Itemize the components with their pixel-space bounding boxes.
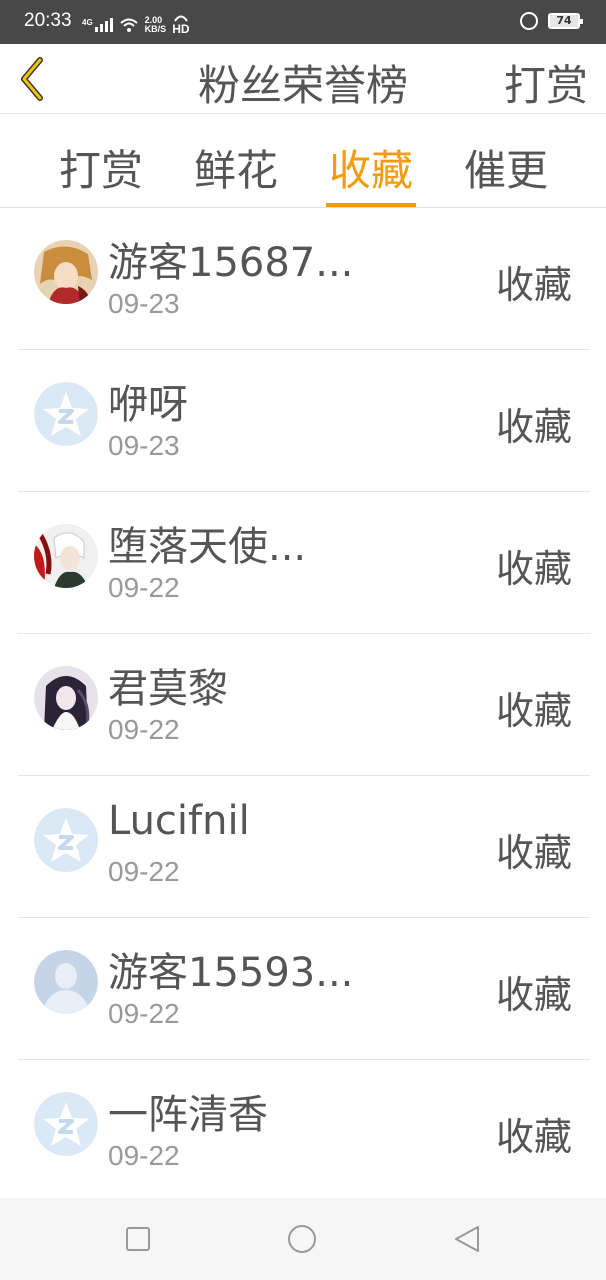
tab-reward[interactable]: 打赏 [56, 137, 146, 207]
tab-urge-update[interactable]: 催更 [461, 137, 551, 207]
tab-bar: 打赏 鲜花 收藏 催更 [0, 115, 606, 208]
user-name: 君莫黎 [108, 666, 228, 712]
item-type: 收藏 [495, 689, 572, 733]
list-item[interactable]: 堕落天使... 09-22 收藏 [18, 492, 590, 634]
avatar [34, 524, 98, 588]
user-name: 一阵清香 [108, 1092, 268, 1138]
user-name: 游客15593... [108, 950, 354, 996]
item-type: 收藏 [495, 1115, 572, 1159]
avatar [34, 382, 98, 446]
item-date: 09-22 [108, 1140, 180, 1171]
fan-list: 游客15687... 09-23 收藏 咿呀 09-23 收藏 堕落天使... … [18, 208, 590, 1202]
system-nav-bar [0, 1198, 606, 1280]
item-date: 09-22 [108, 714, 180, 745]
item-type: 收藏 [495, 263, 572, 307]
network-speed: 2.00 KB/S [144, 15, 167, 34]
user-name: Lucifnil [108, 798, 250, 844]
user-name: 咿呀 [108, 382, 188, 428]
avatar [34, 950, 98, 1014]
list-item[interactable]: 游客15593... 09-22 收藏 [18, 918, 590, 1060]
item-type: 收藏 [495, 973, 572, 1017]
list-item[interactable]: 一阵清香 09-22 收藏 [18, 1060, 590, 1202]
home-icon[interactable] [287, 1224, 317, 1254]
battery-icon: 74 [548, 13, 583, 29]
avatar [34, 666, 98, 730]
item-type: 收藏 [495, 547, 572, 591]
item-date: 09-23 [108, 430, 180, 461]
list-item[interactable]: 游客15687... 09-23 收藏 [18, 208, 590, 350]
item-date: 09-22 [108, 998, 180, 1029]
signal-icon: 4G [82, 18, 113, 32]
item-type: 收藏 [495, 831, 572, 875]
avatar [34, 1092, 98, 1156]
status-icons: 4G 2.00 KB/S HD [82, 14, 190, 37]
list-item[interactable]: Lucifnil 09-22 收藏 [18, 776, 590, 918]
network-type: 4G [82, 18, 93, 27]
status-right: 74 [520, 12, 583, 30]
user-name: 游客15687... [108, 240, 354, 286]
tab-favorites[interactable]: 收藏 [326, 137, 416, 207]
user-name: 堕落天使... [108, 524, 307, 570]
item-date: 09-22 [108, 572, 180, 603]
data-saver-icon [520, 12, 538, 30]
list-item[interactable]: 君莫黎 09-22 收藏 [18, 634, 590, 776]
item-date: 09-22 [108, 856, 180, 887]
list-item[interactable]: 咿呀 09-23 收藏 [18, 350, 590, 492]
header-bar: 粉丝荣誉榜 打赏 [0, 44, 606, 114]
status-time: 20:33 [24, 10, 72, 31]
tab-flowers[interactable]: 鲜花 [191, 137, 281, 207]
status-bar: 20:33 4G 2.00 KB/S HD 74 [0, 0, 606, 44]
wifi-icon [120, 18, 138, 32]
back-icon[interactable] [452, 1224, 482, 1254]
avatar [34, 808, 98, 872]
avatar [34, 240, 98, 304]
item-date: 09-23 [108, 288, 180, 319]
active-tab-indicator [326, 203, 416, 207]
hd-call-icon: HD [172, 14, 190, 36]
reward-button[interactable]: 打赏 [504, 52, 588, 113]
recent-apps-icon[interactable] [123, 1224, 153, 1254]
item-type: 收藏 [495, 405, 572, 449]
